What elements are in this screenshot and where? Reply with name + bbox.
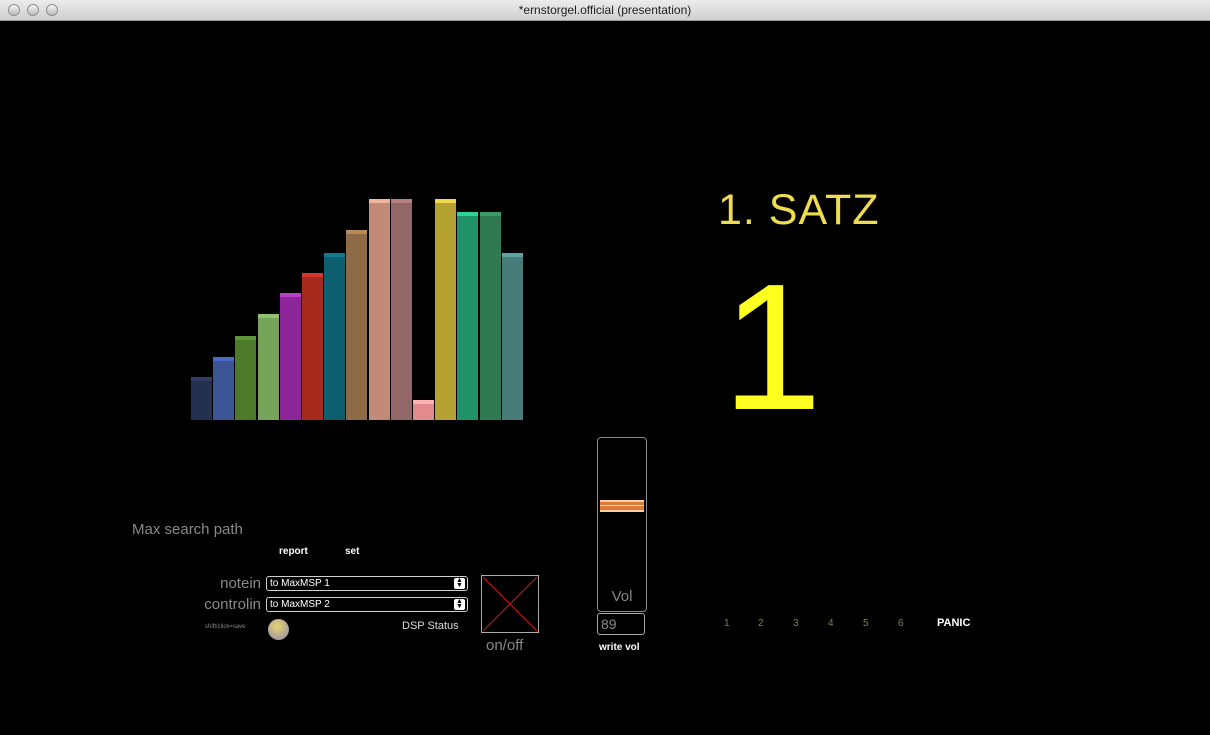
- window-title: *ernstorgel.official (presentation): [518, 3, 692, 17]
- register-bar: [302, 273, 323, 420]
- set-button[interactable]: set: [345, 546, 359, 557]
- notein-value: to MaxMSP 1: [270, 578, 330, 589]
- movement-title: 1. SATZ: [718, 186, 880, 234]
- controlin-label: controlin: [204, 596, 261, 613]
- register-meter: [191, 194, 524, 420]
- movement-number: 1: [722, 247, 823, 448]
- preset-3[interactable]: 3: [793, 618, 799, 629]
- volume-label: Vol: [611, 588, 633, 605]
- report-button[interactable]: report: [279, 546, 308, 557]
- write-vol-button[interactable]: write vol: [599, 642, 640, 653]
- cross-icon: [482, 576, 538, 632]
- dsp-toggle[interactable]: [481, 575, 539, 633]
- register-bar: [191, 377, 212, 420]
- register-bar: [279, 293, 301, 420]
- preset-6[interactable]: 6: [898, 618, 904, 629]
- register-bar: [413, 400, 434, 420]
- preset-4[interactable]: 4: [828, 618, 834, 629]
- register-bar: [390, 199, 412, 420]
- volume-number[interactable]: 89: [597, 613, 645, 635]
- register-bar: [213, 357, 235, 420]
- dsp-status-label[interactable]: DSP Status: [402, 620, 459, 632]
- controlin-menu[interactable]: to MaxMSP 2 ▲ ▼: [266, 597, 468, 612]
- controlin-value: to MaxMSP 2: [270, 599, 330, 610]
- register-bar: [368, 199, 390, 420]
- updown-arrows-icon: ▲ ▼: [454, 598, 465, 610]
- preset-5[interactable]: 5: [863, 618, 869, 629]
- register-bar: [257, 314, 279, 420]
- register-bar: [324, 253, 346, 420]
- register-bar: [457, 212, 479, 420]
- notein-menu[interactable]: to MaxMSP 1 ▲ ▼: [266, 576, 468, 591]
- search-path-label: Max search path: [132, 521, 243, 538]
- preset-save-button[interactable]: [268, 619, 289, 640]
- register-bar: [346, 230, 368, 420]
- register-bar: [235, 336, 257, 420]
- window-titlebar: *ernstorgel.official (presentation): [0, 0, 1210, 21]
- shift-click-hint: shift/click=save: [205, 624, 246, 630]
- preset-2[interactable]: 2: [758, 618, 764, 629]
- panic-button[interactable]: PANIC: [937, 617, 970, 629]
- register-bar: [435, 199, 457, 420]
- register-bar: [501, 253, 523, 420]
- register-bar: [479, 212, 501, 420]
- notein-label: notein: [220, 575, 261, 592]
- preset-1[interactable]: 1: [724, 618, 730, 629]
- dsp-toggle-label: on/off: [486, 637, 524, 654]
- volume-slider[interactable]: Vol: [597, 437, 647, 612]
- updown-arrows-icon: ▲ ▼: [454, 577, 465, 589]
- volume-slider-thumb[interactable]: [600, 500, 644, 512]
